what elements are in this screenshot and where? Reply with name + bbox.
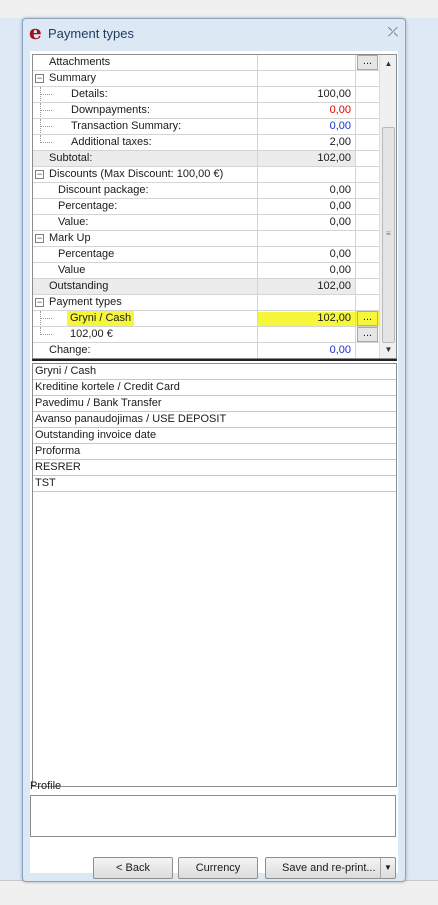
row-discount-package: Discount package: 0,00 xyxy=(33,183,379,199)
discounts-label: Discounts (Max Discount: 100,00 €) xyxy=(49,168,224,180)
cash-payment-button[interactable]: ... xyxy=(357,311,378,326)
row-downpayments: Downpayments: 0,00 xyxy=(33,103,379,119)
list-item[interactable]: Outstanding invoice date xyxy=(33,428,396,444)
percentage-value[interactable]: 0,00 xyxy=(258,199,356,214)
collapse-markup-icon[interactable]: − xyxy=(35,234,44,243)
splitter[interactable] xyxy=(32,359,397,361)
row-payment-amount: 102,00 € ... xyxy=(33,327,379,343)
profile-label: Profile xyxy=(30,780,62,792)
details-value: 100,00 xyxy=(258,87,356,102)
summary-label: Summary xyxy=(49,72,97,84)
markup-label: Mark Up xyxy=(49,232,91,244)
dialog-content: Attachments ... − Summary Details: 100,0… xyxy=(30,51,398,873)
value-value[interactable]: 0,00 xyxy=(258,215,356,230)
details-label: Details: xyxy=(71,88,108,100)
payment-amount-button[interactable]: ... xyxy=(357,327,378,342)
percentage-label: Percentage: xyxy=(58,200,118,212)
outstanding-value: 102,00 xyxy=(258,279,356,294)
row-additional-taxes: Additional taxes: 2,00 xyxy=(33,135,379,151)
dropdown-arrow-icon[interactable]: ▼ xyxy=(380,858,395,878)
cash-payment-label: Gryni / Cash xyxy=(67,311,135,326)
save-reprint-label: Save and re-print... xyxy=(282,862,376,874)
scrollbar-grip-icon: ≡ xyxy=(386,229,391,238)
list-item[interactable]: Avanso panaudojimas / USE DEPOSIT xyxy=(33,412,396,428)
row-subtotal: Subtotal: 102,00 xyxy=(33,151,379,167)
back-button[interactable]: < Back xyxy=(93,857,173,879)
scrollbar-thumb[interactable]: ≡ xyxy=(382,127,395,343)
scroll-up-icon[interactable]: ▲ xyxy=(382,57,395,70)
row-markup-value: Value 0,00 xyxy=(33,263,379,279)
summary-grid: Attachments ... − Summary Details: 100,0… xyxy=(32,54,397,359)
discount-package-label: Discount package: xyxy=(58,184,149,196)
summary-scrollbar[interactable]: ▲ ≡ ▼ xyxy=(379,55,396,358)
payment-amount-label: 102,00 € xyxy=(70,328,113,340)
app-logo-icon: e xyxy=(29,20,42,44)
row-change: Change: 0,00 xyxy=(33,343,379,358)
list-item[interactable]: RESRER xyxy=(33,460,396,476)
list-item[interactable]: Gryni / Cash xyxy=(33,364,396,380)
additional-taxes-value: 2,00 xyxy=(258,135,356,150)
row-value: Value: 0,00 xyxy=(33,215,379,231)
value-label: Value: xyxy=(58,216,89,228)
cash-payment-value[interactable]: 102,00 xyxy=(258,311,356,326)
markup-percentage-value[interactable]: 0,00 xyxy=(258,247,356,262)
attachments-button[interactable]: ... xyxy=(357,55,378,70)
row-details: Details: 100,00 xyxy=(33,87,379,103)
scroll-down-icon[interactable]: ▼ xyxy=(382,343,395,356)
collapse-discounts-icon[interactable]: − xyxy=(35,170,44,179)
collapse-summary-icon[interactable]: − xyxy=(35,74,44,83)
row-outstanding: Outstanding 102,00 xyxy=(33,279,379,295)
subtotal-value: 102,00 xyxy=(258,151,356,166)
list-item[interactable]: Proforma xyxy=(33,444,396,460)
background-top xyxy=(0,0,438,18)
discount-package-value[interactable]: 0,00 xyxy=(258,183,356,198)
markup-percentage-label: Percentage xyxy=(58,248,115,260)
transaction-summary-label: Transaction Summary: xyxy=(71,120,182,132)
save-reprint-button[interactable]: Save and re-print... ▼ xyxy=(265,857,396,879)
subtotal-label: Subtotal: xyxy=(49,152,93,164)
change-value: 0,00 xyxy=(258,343,356,358)
markup-value-value[interactable]: 0,00 xyxy=(258,263,356,278)
close-icon[interactable]: ⤫ xyxy=(386,25,400,39)
row-markup-percentage: Percentage 0,00 xyxy=(33,247,379,263)
list-item[interactable]: Kreditine kortele / Credit Card xyxy=(33,380,396,396)
row-discounts: − Discounts (Max Discount: 100,00 €) xyxy=(33,167,379,183)
window-title: Payment types xyxy=(48,26,134,41)
payment-types-dialog: e Payment types ⤫ Attachments ... − Summ… xyxy=(22,18,406,882)
row-summary: − Summary xyxy=(33,71,379,87)
transaction-summary-value: 0,00 xyxy=(258,119,356,134)
attachments-label: Attachments xyxy=(49,56,111,68)
list-item[interactable]: Pavedimu / Bank Transfer xyxy=(33,396,396,412)
markup-value-label: Value xyxy=(58,264,86,276)
row-percentage: Percentage: 0,00 xyxy=(33,199,379,215)
list-item[interactable]: TST xyxy=(33,476,396,492)
profile-field[interactable] xyxy=(30,795,396,837)
row-cash-payment: Gryni / Cash 102,00 ... xyxy=(33,311,379,327)
row-attachments: Attachments ... xyxy=(33,55,379,71)
payment-types-label: Payment types xyxy=(49,296,122,308)
change-label: Change: xyxy=(49,344,91,356)
row-markup: − Mark Up xyxy=(33,231,379,247)
background-bottom xyxy=(0,880,438,905)
downpayments-value: 0,00 xyxy=(258,103,356,118)
row-payment-types: − Payment types xyxy=(33,295,379,311)
additional-taxes-label: Additional taxes: xyxy=(71,136,152,148)
collapse-payment-types-icon[interactable]: − xyxy=(35,298,44,307)
payment-type-list: Gryni / Cash Kreditine kortele / Credit … xyxy=(32,363,397,787)
downpayments-label: Downpayments: xyxy=(71,104,150,116)
row-transaction-summary: Transaction Summary: 0,00 xyxy=(33,119,379,135)
currency-button[interactable]: Currency xyxy=(178,857,258,879)
title-bar: e Payment types ⤫ xyxy=(23,19,405,47)
outstanding-label: Outstanding xyxy=(49,280,109,292)
